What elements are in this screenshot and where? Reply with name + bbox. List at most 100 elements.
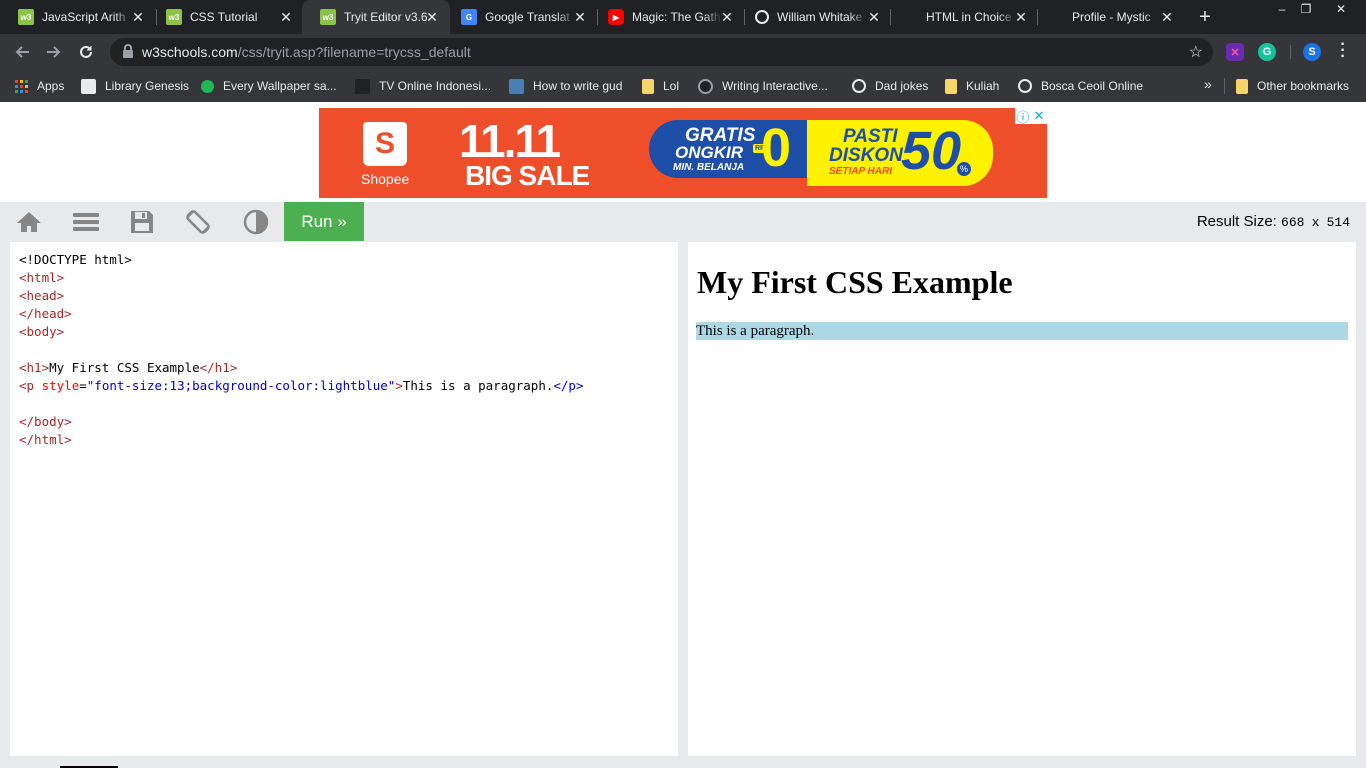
code-line-blank[interactable] <box>19 341 678 359</box>
bookmark-lol[interactable]: Lol <box>642 76 679 96</box>
youtube-icon: ▶ <box>608 9 624 25</box>
bookmarks-bar: Apps Library Genesis Every Wallpaper sa.… <box>0 70 1366 102</box>
close-icon[interactable]: ✕ <box>866 9 882 25</box>
back-button[interactable] <box>10 40 34 64</box>
tab-title: Profile - Mystic <box>1072 10 1151 24</box>
tab-title: Tryit Editor v3.6 <box>344 10 428 24</box>
result-size: Result Size: 668 x 514 <box>1197 213 1350 230</box>
code-line-html-close[interactable]: </html> <box>19 431 678 449</box>
ad-close-icon[interactable]: ✕ <box>1031 108 1047 124</box>
bookmark-bosca-ceoil[interactable]: Bosca Ceoil Online <box>1018 76 1143 96</box>
tab-tryit-editor[interactable]: w3 Tryit Editor v3.6 ✕ <box>302 0 450 34</box>
code-line-p[interactable]: <p style="font-size:13;background-color:… <box>19 377 678 395</box>
globe-icon <box>1018 79 1032 93</box>
url-text[interactable]: w3schools.com/css/tryit.asp?filename=try… <box>142 44 471 60</box>
bookmark-every-wallpaper[interactable]: Every Wallpaper sa... <box>201 76 337 96</box>
close-icon[interactable]: ✕ <box>1013 9 1029 25</box>
lock-icon <box>123 44 133 58</box>
ext-x-icon[interactable]: ✕ <box>1226 43 1244 61</box>
bookmark-dad-jokes[interactable]: Dad jokes <box>852 76 928 96</box>
adchoices-info-icon[interactable]: ⓘ <box>1015 108 1031 125</box>
bookmarks-overflow-button[interactable]: » <box>1204 76 1212 92</box>
close-icon[interactable]: ✕ <box>130 9 146 25</box>
home-icon[interactable] <box>15 209 43 235</box>
code-text: My First CSS Example <box>49 360 200 375</box>
bookmark-star-icon[interactable]: ☆ <box>1189 42 1203 62</box>
forward-button[interactable] <box>42 40 66 64</box>
result-paragraph: This is a paragraph. <box>696 322 1348 340</box>
folder-icon <box>945 78 957 94</box>
rotate-icon[interactable] <box>184 209 212 235</box>
w3-icon: w3 <box>166 9 182 25</box>
tab-html-in-choice[interactable]: HTML in Choice ✕ <box>884 0 1039 34</box>
close-icon[interactable]: ✕ <box>278 9 294 25</box>
browser-tab-strip: w3 JavaScript Arith ✕ w3 CSS Tutorial ✕ … <box>0 0 1366 34</box>
circle-icon <box>698 78 713 94</box>
folder-icon <box>1236 78 1248 94</box>
contrast-icon[interactable] <box>242 209 270 235</box>
code-line-head-open[interactable]: <head> <box>19 287 678 305</box>
chrome-menu-icon[interactable]: · · · <box>1336 37 1350 65</box>
url-host: w3schools.com <box>142 44 238 60</box>
tab-title: CSS Tutorial <box>190 10 258 24</box>
url-path: /css/tryit.asp?filename=trycss_default <box>237 44 471 60</box>
tab-javascript-arithmetic[interactable]: w3 JavaScript Arith ✕ <box>0 0 156 34</box>
tab-title: William Whitake <box>777 10 863 24</box>
result-size-label: Result Size: <box>1196 213 1277 230</box>
ad-offer1-line2: ONGKIR <box>675 143 743 162</box>
s-icon[interactable]: S <box>1303 43 1321 61</box>
bookmark-how-to-write-gud[interactable]: How to write gud <box>509 76 622 96</box>
arrow-right-icon <box>47 46 61 58</box>
toolbar-divider <box>1290 45 1291 59</box>
code-line-body-open[interactable]: <body> <box>19 323 678 341</box>
code-tag: <html> <box>19 270 65 285</box>
window-close-button[interactable]: ✕ <box>1326 0 1356 18</box>
result-width: 668 <box>1281 215 1305 230</box>
grammarly-icon[interactable]: G <box>1258 43 1276 61</box>
restore-button[interactable]: ❐ <box>1292 0 1320 18</box>
adchoices[interactable]: ⓘ ✕ <box>1015 108 1047 125</box>
address-bar[interactable]: w3schools.com/css/tryit.asp?filename=try… <box>110 38 1213 66</box>
code-line-blank[interactable] <box>19 395 678 413</box>
tab-google-translate[interactable]: G Google Translat ✕ <box>443 0 598 34</box>
new-tab-button[interactable]: + <box>1194 6 1216 28</box>
w3-icon: w3 <box>320 9 336 25</box>
code-tag: <body> <box>19 324 65 339</box>
globe-icon <box>852 79 866 93</box>
code-line-head-close[interactable]: </head> <box>19 305 678 323</box>
bookmark-library-genesis[interactable]: Library Genesis <box>81 76 189 96</box>
code-line-html-open[interactable]: <html> <box>19 269 678 287</box>
close-icon[interactable]: ✕ <box>424 9 440 25</box>
tab-profile-mystic[interactable]: Profile - Mystic ✕ <box>1030 0 1185 34</box>
close-icon[interactable]: ✕ <box>572 9 588 25</box>
close-icon[interactable]: ✕ <box>719 9 735 25</box>
reload-button[interactable] <box>74 40 98 64</box>
tab-magic-the-gathering[interactable]: ▶ Magic: The Gath ✕ <box>590 0 745 34</box>
code-line-doctype[interactable]: <!DOCTYPE html> <box>19 251 678 269</box>
close-icon[interactable]: ✕ <box>1159 9 1175 25</box>
tab-william-whitaker[interactable]: William Whitake ✕ <box>737 0 892 34</box>
bookmark-writing-interactive[interactable]: Writing Interactive... <box>698 76 828 96</box>
page-icon <box>509 78 524 94</box>
bookmark-tv-online[interactable]: TV Online Indonesi... <box>355 76 491 96</box>
bookmark-other-bookmarks[interactable]: Other bookmarks <box>1236 76 1349 96</box>
bookmark-apps[interactable]: Apps <box>15 76 64 96</box>
code-tag: </body> <box>19 414 72 429</box>
code-line-body-close[interactable]: </body> <box>19 413 678 431</box>
apps-grid-icon <box>15 79 28 93</box>
shopee-ad-banner[interactable]: S Shopee 11.11 BIG SALE GRATIS ONGKIR MI… <box>319 108 1047 198</box>
save-icon[interactable] <box>128 209 156 235</box>
result-height: 514 <box>1326 215 1350 230</box>
tab-css-tutorial[interactable]: w3 CSS Tutorial ✕ <box>148 0 304 34</box>
w3-icon: w3 <box>18 9 34 25</box>
tryit-toolbar: Run » Result Size: 668 x 514 <box>0 202 1366 241</box>
translate-icon: G <box>461 9 477 25</box>
code-line-h1[interactable]: <h1>My First CSS Example</h1> <box>19 359 678 377</box>
code-tag: > <box>395 378 403 393</box>
tv-icon <box>355 78 370 94</box>
code-editor[interactable]: <!DOCTYPE html> <html> <head> </head> <b… <box>10 242 678 756</box>
bookmark-kuliah[interactable]: Kuliah <box>945 76 999 96</box>
run-button[interactable]: Run » <box>284 202 364 241</box>
menu-icon[interactable] <box>72 209 100 235</box>
code-tag: <head> <box>19 288 65 303</box>
